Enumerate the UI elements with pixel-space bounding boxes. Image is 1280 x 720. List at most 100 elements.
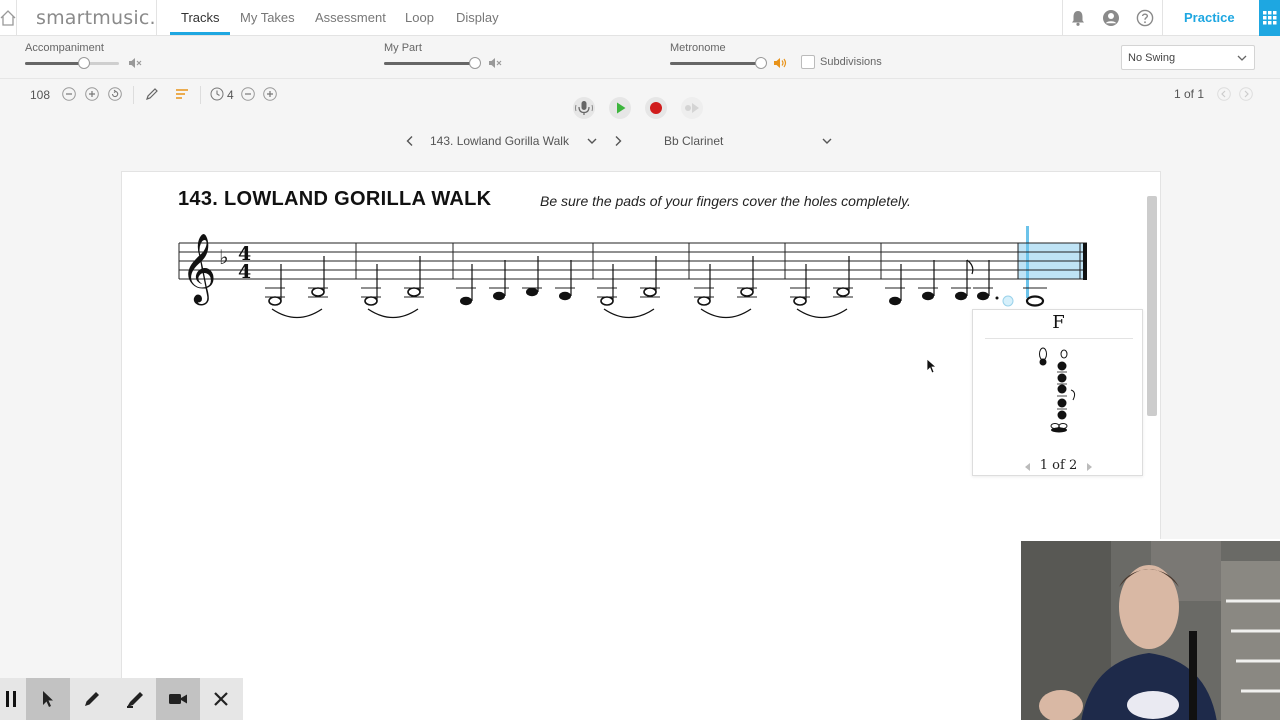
swing-select[interactable]: No Swing [1121, 45, 1255, 70]
speaker-muted-icon[interactable] [488, 57, 502, 69]
treble-clef-icon: 𝄞 [181, 233, 216, 305]
staff-lines [179, 242, 1087, 280]
tab-my-takes[interactable]: My Takes [240, 10, 295, 25]
highlighter-icon [127, 692, 143, 708]
pause-recording-button[interactable] [0, 678, 26, 720]
previous-page-icon[interactable] [1217, 87, 1231, 101]
eighth-note-flag [966, 259, 974, 275]
chevron-down-icon [1237, 55, 1247, 61]
minus-icon[interactable] [241, 87, 255, 101]
tab-tracks[interactable]: Tracks [181, 10, 220, 25]
fingering-chart-popup: F 1 of 2 [972, 309, 1143, 476]
divider [985, 338, 1133, 339]
vertical-scrollbar[interactable] [1147, 196, 1157, 416]
bell-icon[interactable] [1069, 9, 1087, 27]
song-select[interactable]: 143. Lowland Gorilla Walk [430, 134, 569, 148]
slider-fill [670, 62, 762, 65]
slider-knob[interactable] [469, 57, 482, 69]
notes [268, 287, 850, 306]
slider-fill [25, 62, 85, 65]
account-icon[interactable] [1102, 9, 1120, 27]
slider-knob[interactable] [755, 57, 768, 69]
webcam-video [1019, 539, 1280, 720]
page-indicator: 1 of 1 [1174, 87, 1205, 101]
accompaniment-label: Accompaniment [25, 42, 104, 54]
metronome-slider[interactable] [670, 57, 768, 69]
grid-icon [1263, 11, 1277, 25]
play-icon[interactable] [608, 96, 632, 120]
mixer-bar: Accompaniment My Part Metronome Subdivis… [0, 37, 1280, 79]
my-part-label: My Part [384, 42, 422, 54]
slider-knob[interactable] [78, 57, 91, 69]
record-icon[interactable] [644, 96, 668, 120]
close-icon [214, 692, 228, 706]
active-tab-indicator [170, 32, 230, 35]
flat-key-signature-icon: ♭ [219, 245, 228, 269]
home-icon[interactable] [0, 9, 16, 27]
pencil-icon[interactable] [145, 87, 159, 101]
chevron-down-icon[interactable] [586, 135, 598, 147]
whole-note [1025, 295, 1045, 307]
microphone-check-icon[interactable] [572, 96, 596, 120]
minus-icon[interactable] [62, 87, 76, 101]
breath-mark [1002, 295, 1014, 307]
top-navigation: smartmusic. Tracks My Takes Assessment L… [0, 0, 1280, 36]
divider [133, 86, 134, 104]
close-recorder-button[interactable] [199, 678, 243, 720]
my-part-slider[interactable] [384, 57, 482, 69]
highlighter-tool-button[interactable] [113, 678, 157, 720]
pen-tool-button[interactable] [70, 678, 114, 720]
swing-select-value: No Swing [1128, 52, 1176, 64]
divider [16, 0, 17, 36]
metronome-label: Metronome [670, 42, 726, 54]
tab-loop[interactable]: Loop [405, 10, 434, 25]
piece-instructions: Be sure the pads of your fingers cover t… [540, 193, 911, 209]
plus-icon[interactable] [263, 87, 277, 101]
tab-display[interactable]: Display [456, 10, 499, 25]
dot [995, 296, 999, 300]
tempo-value[interactable]: 108 [30, 88, 50, 102]
pointer-tool-button[interactable] [26, 678, 70, 720]
pen-icon [85, 692, 99, 706]
screen-recorder-toolbar [0, 678, 243, 720]
clock-icon[interactable] [210, 87, 224, 101]
divider [200, 86, 201, 104]
divider [1162, 0, 1163, 36]
count-in-value: 4 [227, 88, 234, 102]
help-icon[interactable] [1136, 9, 1154, 27]
piece-title: 143. LOWLAND GORILLA WALK [178, 188, 492, 210]
final-barline [1083, 243, 1087, 280]
webcam-person-image [1021, 541, 1280, 720]
subdivisions-checkbox[interactable] [801, 55, 815, 69]
tool-bar: 108 4 1 of 1 143. Lowland Gorilla Walk B… [0, 80, 1280, 170]
camera-toggle-button[interactable] [156, 678, 200, 720]
speaker-muted-icon[interactable] [128, 57, 142, 69]
playback-cursor [1026, 226, 1029, 298]
pointer-icon [43, 691, 53, 707]
slider-fill [384, 62, 476, 65]
next-page-icon[interactable] [1239, 87, 1253, 101]
divider [1062, 0, 1063, 36]
slurs [271, 308, 848, 319]
instrument-select[interactable]: Bb Clarinet [664, 134, 723, 148]
music-staff[interactable]: 𝄞 ♭ 4 4 [172, 224, 1092, 334]
skip-forward-icon[interactable] [680, 96, 704, 120]
practice-button[interactable]: Practice [1184, 10, 1235, 25]
reset-tempo-icon[interactable] [108, 87, 122, 101]
fingering-page-indicator: 1 of 2 [1039, 458, 1078, 473]
app-logo[interactable]: smartmusic. [36, 7, 156, 29]
clarinet-fingering-diagram [1039, 347, 1076, 433]
fingering-note-name: F [1052, 312, 1065, 333]
previous-song-icon[interactable] [404, 135, 416, 147]
speaker-on-icon[interactable] [773, 57, 787, 69]
next-song-icon[interactable] [612, 135, 624, 147]
chevron-down-icon[interactable] [821, 135, 833, 147]
next-fingering-icon[interactable] [1084, 462, 1094, 472]
tab-assessment[interactable]: Assessment [315, 10, 386, 25]
apps-menu-button[interactable] [1259, 0, 1280, 36]
accompaniment-slider[interactable] [25, 57, 119, 69]
sort-lines-icon[interactable] [175, 87, 189, 101]
video-camera-icon [169, 694, 187, 704]
subdivisions-label: Subdivisions [820, 56, 882, 68]
plus-icon[interactable] [85, 87, 99, 101]
